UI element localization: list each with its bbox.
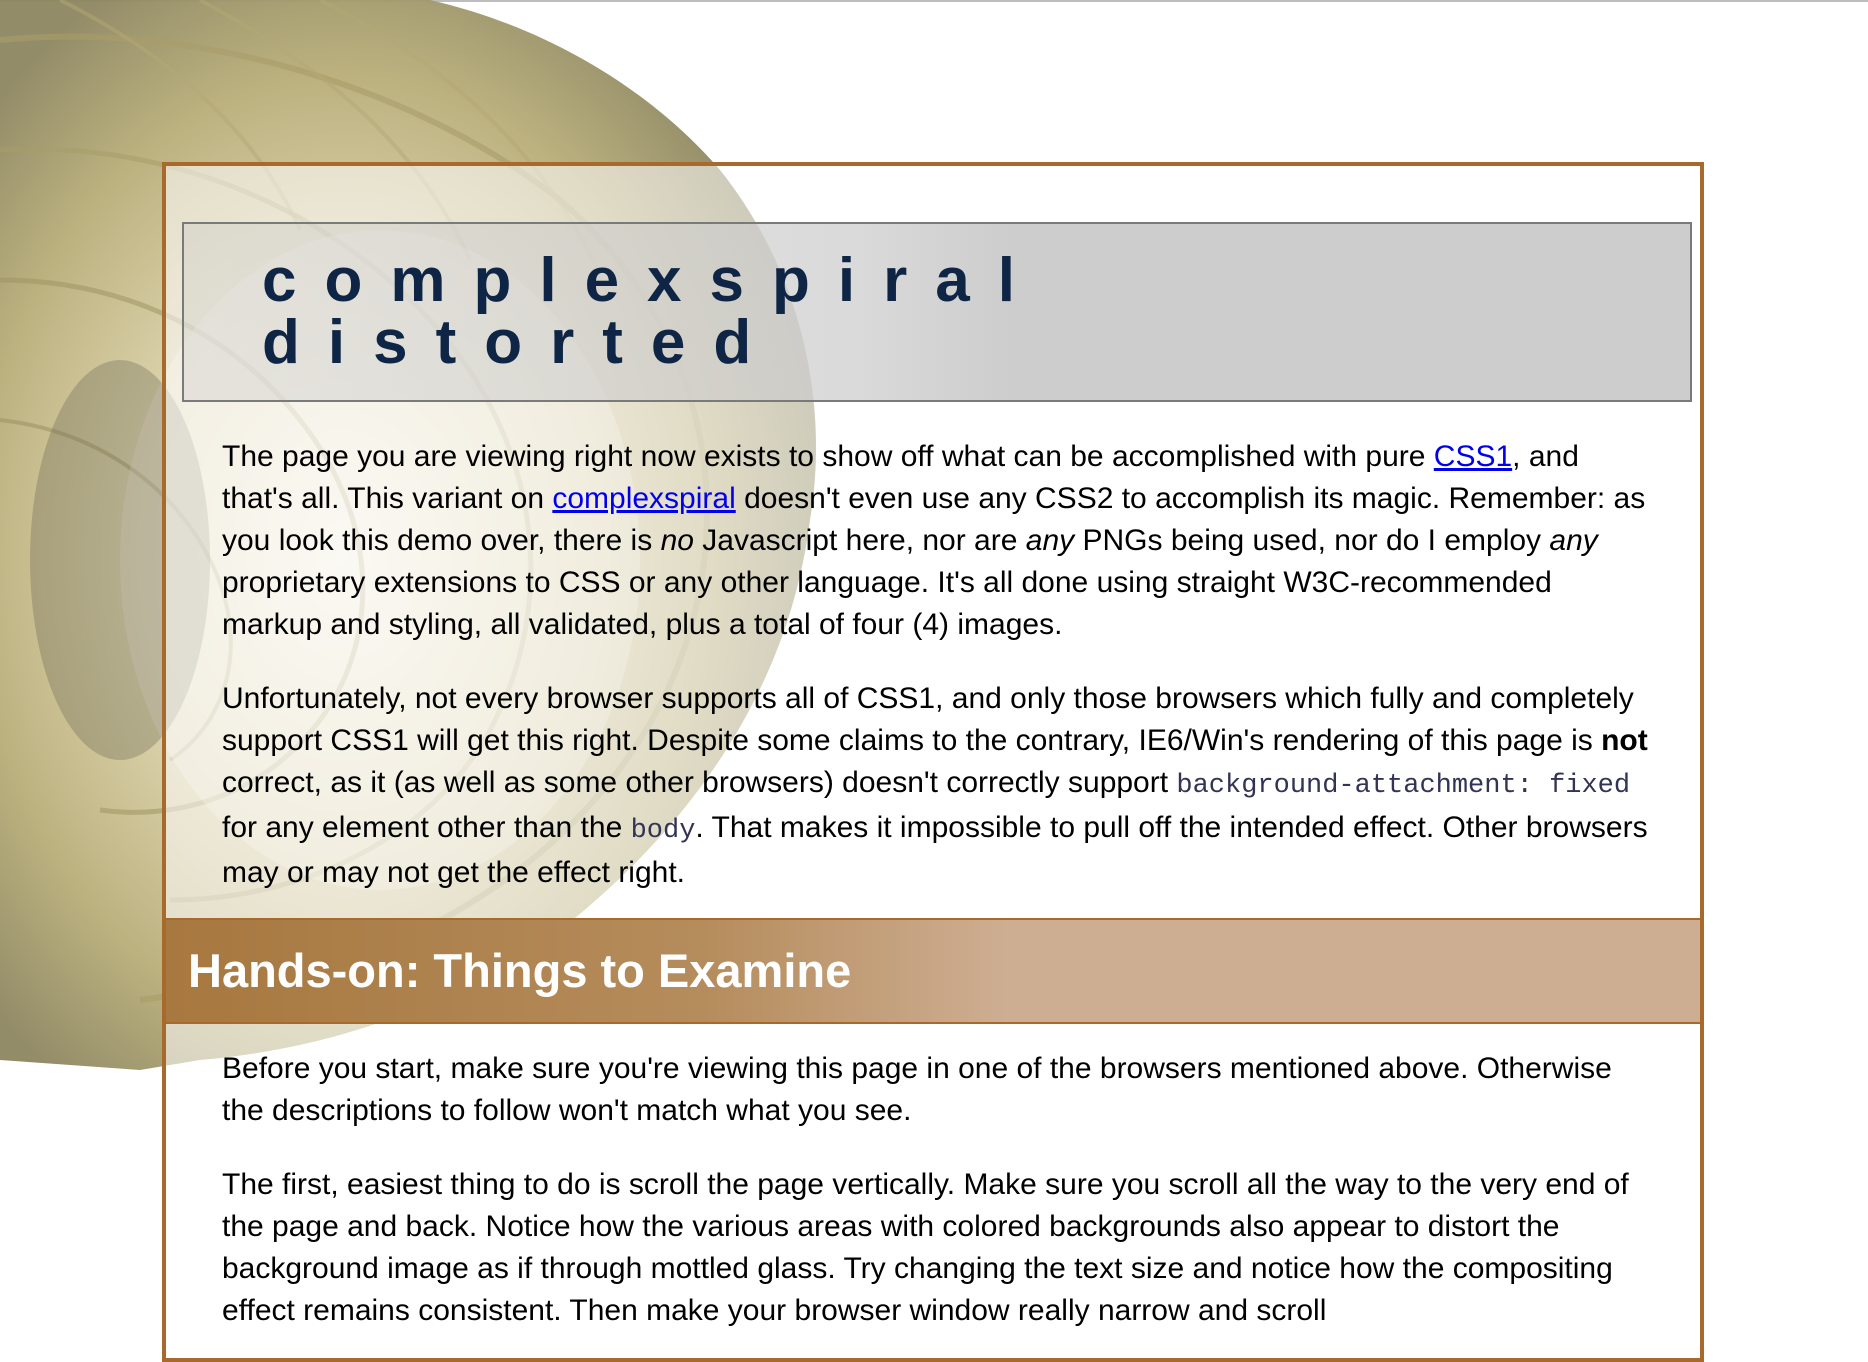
intro-p1-text-d: Javascript here, nor are (693, 524, 1026, 557)
intro-p2-strong-not: not (1601, 724, 1648, 757)
hands-on-text: Before you start, make sure you're viewi… (222, 1048, 1652, 1332)
page-title-line2: distorted (262, 308, 780, 377)
intro-p1-text-a: The page you are viewing right now exist… (222, 440, 1434, 473)
title-banner: complexspiral distorted (182, 222, 1692, 402)
intro-p1-em-any-1: any (1025, 524, 1075, 557)
page-title-line1: complexspiral (262, 246, 1043, 315)
intro-p2-text-c: for any element other than the (222, 811, 631, 844)
intro-p2-text-b: correct, as it (as well as some other br… (222, 766, 1177, 799)
hands-on-paragraph-2: The first, easiest thing to do is scroll… (222, 1168, 1629, 1327)
page-title: complexspiral distorted (262, 250, 1043, 374)
code-background-attachment: background-attachment: fixed (1176, 771, 1631, 801)
intro-p2-text-a: Unfortunately, not every browser support… (222, 682, 1634, 757)
window-top-edge (0, 0, 1868, 2)
code-body: body (630, 816, 696, 846)
intro-p1-text-e: PNGs being used, nor do I employ (1074, 524, 1550, 557)
intro-text: The page you are viewing right now exist… (222, 436, 1652, 894)
css1-link[interactable]: CSS1 (1434, 440, 1512, 473)
section-heading: Hands-on: Things to Examine (188, 944, 852, 997)
hands-on-paragraph-1: Before you start, make sure you're viewi… (222, 1052, 1612, 1127)
intro-paragraph-2: Unfortunately, not every browser support… (222, 678, 1652, 894)
intro-p1-em-any-2: any (1549, 524, 1598, 557)
section-header: Hands-on: Things to Examine (166, 918, 1700, 1024)
content-box: complexspiral distorted The page you are… (162, 162, 1704, 1362)
complexspiral-link[interactable]: complexspiral (552, 482, 735, 515)
intro-p1-em-no: no (660, 524, 694, 557)
intro-paragraph-1: The page you are viewing right now exist… (222, 436, 1652, 646)
intro-p1-text-f: proprietary extensions to CSS or any oth… (222, 566, 1552, 641)
